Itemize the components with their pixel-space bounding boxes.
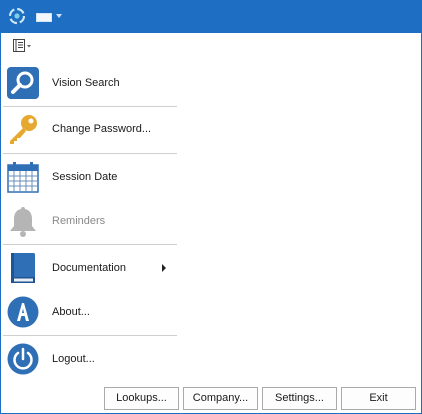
menu-item-label: Session Date [52, 171, 118, 183]
menu-item-vision-search[interactable]: Vision Search [1, 61, 177, 105]
menu-item-logout[interactable]: Logout... [1, 337, 177, 381]
menu-item-label: About... [52, 306, 90, 318]
menu-item-about[interactable]: About... [1, 290, 177, 334]
book-icon [11, 253, 35, 283]
menu-item-label: Logout... [52, 353, 95, 365]
exit-button[interactable]: Exit [341, 387, 416, 410]
settings-button[interactable]: Settings... [262, 387, 337, 410]
menu-item-label: Vision Search [52, 77, 120, 89]
company-button[interactable]: Company... [183, 387, 258, 410]
quick-access-toolbar-icon[interactable] [36, 13, 52, 22]
lookups-button[interactable]: Lookups... [104, 387, 179, 410]
submenu-arrow-icon [162, 264, 166, 272]
menu-item-label: Reminders [52, 215, 106, 227]
power-icon [7, 343, 39, 375]
application-window: Vision Search Change Password... Session… [0, 0, 422, 414]
menu-item-reminders[interactable]: Reminders [1, 199, 177, 243]
info-a-icon [7, 296, 39, 328]
menu-item-label: Documentation [52, 262, 126, 274]
title-bar [1, 1, 422, 33]
calendar-icon [7, 162, 39, 193]
bell-icon [10, 207, 36, 237]
menu-item-label: Change Password... [52, 123, 152, 135]
app-logo-icon[interactable] [8, 7, 26, 25]
menu-separator [3, 153, 177, 154]
key-icon [10, 115, 37, 144]
menu-separator [3, 244, 177, 245]
menu-item-change-password[interactable]: Change Password... [1, 107, 177, 151]
menu-item-documentation[interactable]: Documentation [1, 246, 177, 290]
menu-separator [3, 335, 177, 336]
magnifier-icon [7, 67, 39, 99]
chevron-down-icon[interactable] [56, 14, 62, 18]
menu-item-session-date[interactable]: Session Date [1, 155, 177, 199]
pane-toggle-icon[interactable] [12, 38, 34, 54]
